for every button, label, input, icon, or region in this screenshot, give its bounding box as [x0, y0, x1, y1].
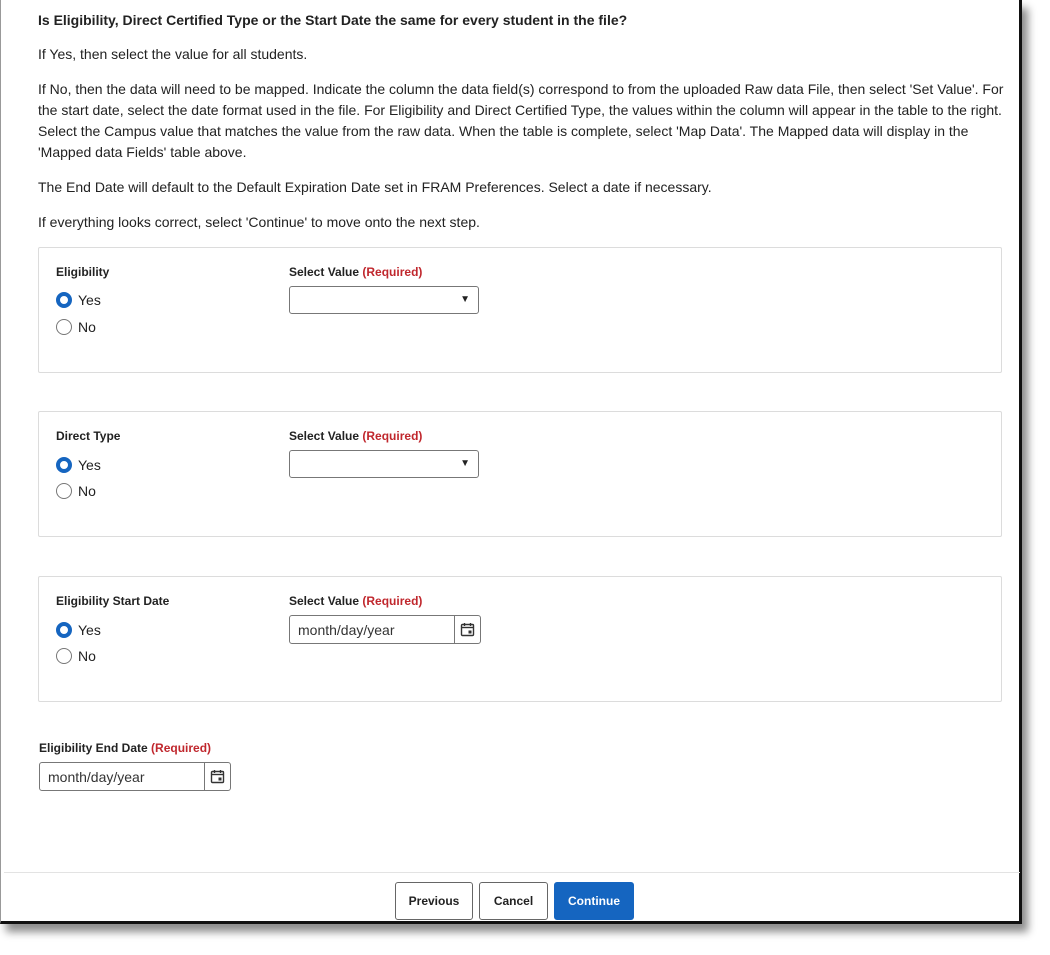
eligibility-yes-radio[interactable]	[56, 292, 72, 308]
instructions-no: If No, then the data will need to be map…	[38, 81, 1004, 160]
start-date-no-label: No	[78, 648, 96, 664]
eligibility-no-radio[interactable]	[56, 319, 72, 335]
eligibility-yes-label: Yes	[78, 292, 101, 308]
eligibility-no-option[interactable]: No	[56, 319, 96, 335]
instructions-heading: Is Eligibility, Direct Certified Type or…	[38, 12, 628, 28]
chevron-down-icon: ▼	[460, 294, 470, 305]
eligibility-value-select[interactable]: ▼	[289, 286, 479, 314]
end-date-value[interactable]: month/day/year	[40, 769, 204, 785]
chevron-down-icon: ▼	[460, 458, 470, 469]
end-date-label-text: Eligibility End Date	[39, 741, 148, 755]
required-marker: (Required)	[362, 429, 423, 443]
instructions-continue: If everything looks correct, select 'Con…	[38, 214, 480, 230]
calendar-icon[interactable]	[454, 616, 480, 643]
direct-type-value-select[interactable]: ▼	[289, 450, 479, 478]
start-date-label: Eligibility Start Date	[56, 594, 170, 608]
select-value-text: Select Value	[289, 265, 360, 279]
end-date-input[interactable]: month/day/year	[39, 762, 231, 791]
direct-type-no-option[interactable]: No	[56, 483, 96, 499]
direct-type-yes-option[interactable]: Yes	[56, 457, 101, 473]
eligibility-select-value-label: Select Value (Required)	[289, 265, 422, 279]
start-date-select-value-label: Select Value (Required)	[289, 594, 422, 608]
start-date-yes-radio[interactable]	[56, 622, 72, 638]
instructions: Is Eligibility, Direct Certified Type or…	[38, 10, 1004, 247]
eligibility-panel: Eligibility Yes No Select Value (Require…	[38, 247, 1002, 373]
direct-type-yes-radio[interactable]	[56, 457, 72, 473]
eligibility-yes-option[interactable]: Yes	[56, 292, 101, 308]
required-marker: (Required)	[362, 594, 423, 608]
start-date-input[interactable]: month/day/year	[289, 615, 481, 644]
start-date-panel: Eligibility Start Date Yes No Select Val…	[38, 576, 1002, 702]
eligibility-label: Eligibility	[56, 265, 110, 279]
eligibility-no-label: No	[78, 319, 96, 335]
start-date-no-radio[interactable]	[56, 648, 72, 664]
instructions-end-date: The End Date will default to the Default…	[38, 179, 712, 195]
continue-button[interactable]: Continue	[554, 882, 634, 920]
required-marker: (Required)	[362, 265, 423, 279]
direct-type-label: Direct Type	[56, 429, 121, 443]
start-date-yes-label: Yes	[78, 622, 101, 638]
start-date-value[interactable]: month/day/year	[290, 622, 454, 638]
required-marker: (Required)	[151, 741, 212, 755]
start-date-no-option[interactable]: No	[56, 648, 96, 664]
footer-divider	[4, 872, 1020, 873]
calendar-icon[interactable]	[204, 763, 230, 790]
direct-type-no-label: No	[78, 483, 96, 499]
start-date-yes-option[interactable]: Yes	[56, 622, 101, 638]
end-date-label: Eligibility End Date (Required)	[39, 741, 211, 755]
select-value-text: Select Value	[289, 429, 360, 443]
direct-type-no-radio[interactable]	[56, 483, 72, 499]
cancel-button[interactable]: Cancel	[479, 882, 548, 920]
direct-type-panel: Direct Type Yes No Select Value (Require…	[38, 411, 1002, 537]
previous-button[interactable]: Previous	[395, 882, 473, 920]
instructions-yes: If Yes, then select the value for all st…	[38, 46, 308, 62]
select-value-text: Select Value	[289, 594, 360, 608]
direct-type-select-value-label: Select Value (Required)	[289, 429, 422, 443]
direct-type-yes-label: Yes	[78, 457, 101, 473]
